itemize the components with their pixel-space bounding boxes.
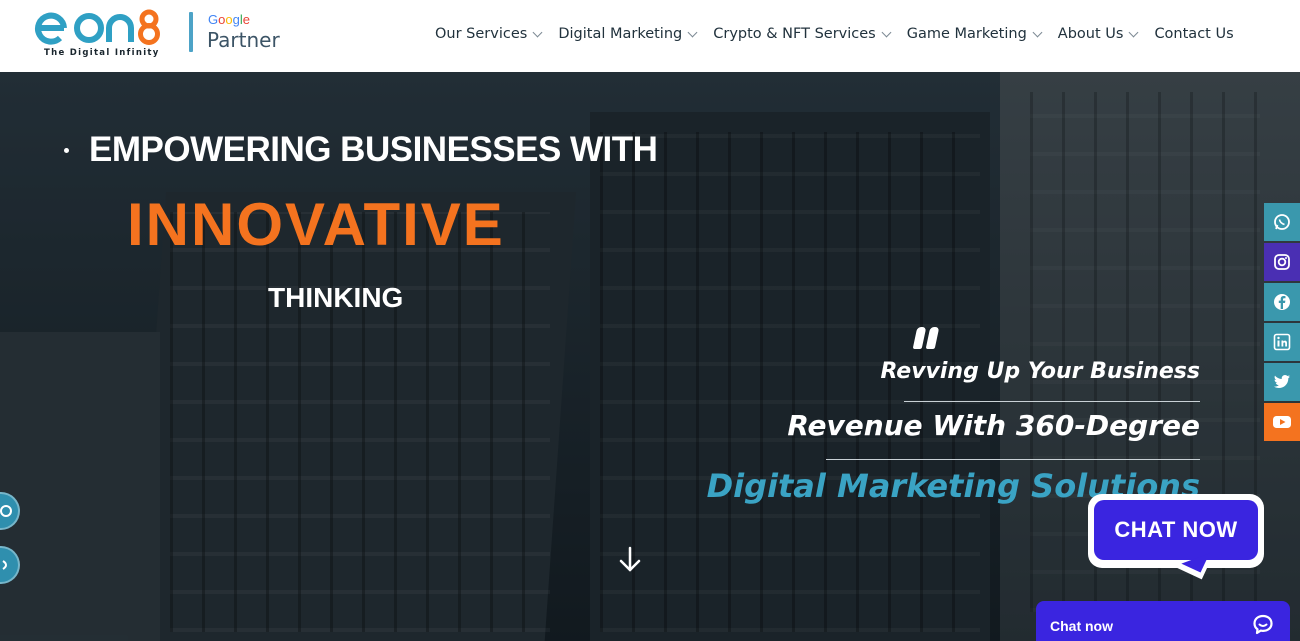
nav-label: Our Services: [435, 26, 528, 42]
nav-contact-us[interactable]: Contact Us: [1154, 24, 1233, 44]
site-header: The Digital Infinity Google Partner Our …: [0, 0, 1300, 72]
google-partner-badge: Google Partner: [189, 10, 309, 56]
nav-label: About Us: [1057, 26, 1124, 42]
chat-widget-label: Chat now: [1050, 618, 1113, 634]
linkedin-icon: [1273, 333, 1291, 351]
social-instagram-link[interactable]: [1264, 243, 1300, 281]
social-linkedin-link[interactable]: [1264, 323, 1300, 361]
social-sidebar: [1264, 203, 1300, 443]
tagline-divider: [826, 459, 1200, 460]
chat-now-label: CHAT NOW: [1094, 500, 1258, 560]
social-whatsapp-link[interactable]: [1264, 203, 1300, 241]
nav-game-marketing[interactable]: Game Marketing: [906, 24, 1043, 44]
whatsapp-icon: [1274, 214, 1290, 230]
social-youtube-link[interactable]: [1264, 403, 1300, 441]
nav-digital-marketing[interactable]: Digital Marketing: [558, 24, 698, 44]
social-twitter-link[interactable]: [1264, 363, 1300, 401]
site-logo[interactable]: The Digital Infinity: [34, 6, 184, 62]
tagline-divider: [904, 401, 1200, 402]
social-facebook-link[interactable]: [1264, 283, 1300, 321]
live-chat-widget[interactable]: Chat now: [1036, 601, 1290, 641]
chevron-down-icon: [881, 27, 892, 37]
phone-icon: [0, 505, 12, 517]
logo-tagline: The Digital Infinity: [44, 48, 160, 58]
nav-label: Contact Us: [1154, 26, 1234, 42]
chevron-down-icon: [532, 27, 543, 37]
nav-label: Crypto & NFT Services: [713, 26, 876, 42]
facebook-icon: [1274, 294, 1290, 310]
twitter-icon: [1274, 375, 1290, 388]
quote-icon: [912, 327, 942, 353]
chevron-down-icon: [1032, 27, 1043, 37]
decor-dot: [64, 148, 69, 153]
nav-our-services[interactable]: Our Services: [435, 24, 543, 44]
nav-label: Digital Marketing: [558, 26, 683, 42]
chevron-down-icon: [687, 27, 698, 37]
chat-icon: [1253, 614, 1273, 635]
partner-divider: [189, 12, 193, 52]
whatsapp-icon: [2, 560, 7, 570]
chat-now-bubble[interactable]: CHAT NOW: [1088, 494, 1264, 568]
hero-tagline-2: Revenue With 360-Degree: [787, 409, 1200, 442]
chevron-down-icon: [1128, 27, 1139, 37]
partner-label: Partner: [207, 28, 280, 52]
nav-crypto-nft-services[interactable]: Crypto & NFT Services: [713, 24, 892, 44]
instagram-icon: [1274, 254, 1290, 270]
logo-mark: [35, 9, 160, 45]
decor-dot: [605, 148, 610, 153]
youtube-icon: [1273, 416, 1291, 428]
main-nav: Our Services Digital Marketing Crypto & …: [435, 24, 1251, 44]
hero-tagline-1: Revving Up Your Business: [880, 359, 1200, 384]
nav-label: Game Marketing: [906, 26, 1027, 42]
hero-heading-line2: INNOVATIVE: [127, 191, 505, 258]
hero-heading-line1: EMPOWERING BUSINESSES WITH: [89, 130, 658, 169]
google-wordmark: Google: [208, 12, 250, 27]
nav-about-us[interactable]: About Us: [1057, 24, 1139, 44]
hero-heading-line3: THINKING: [268, 282, 404, 313]
scroll-down-arrow-icon[interactable]: [618, 546, 642, 574]
